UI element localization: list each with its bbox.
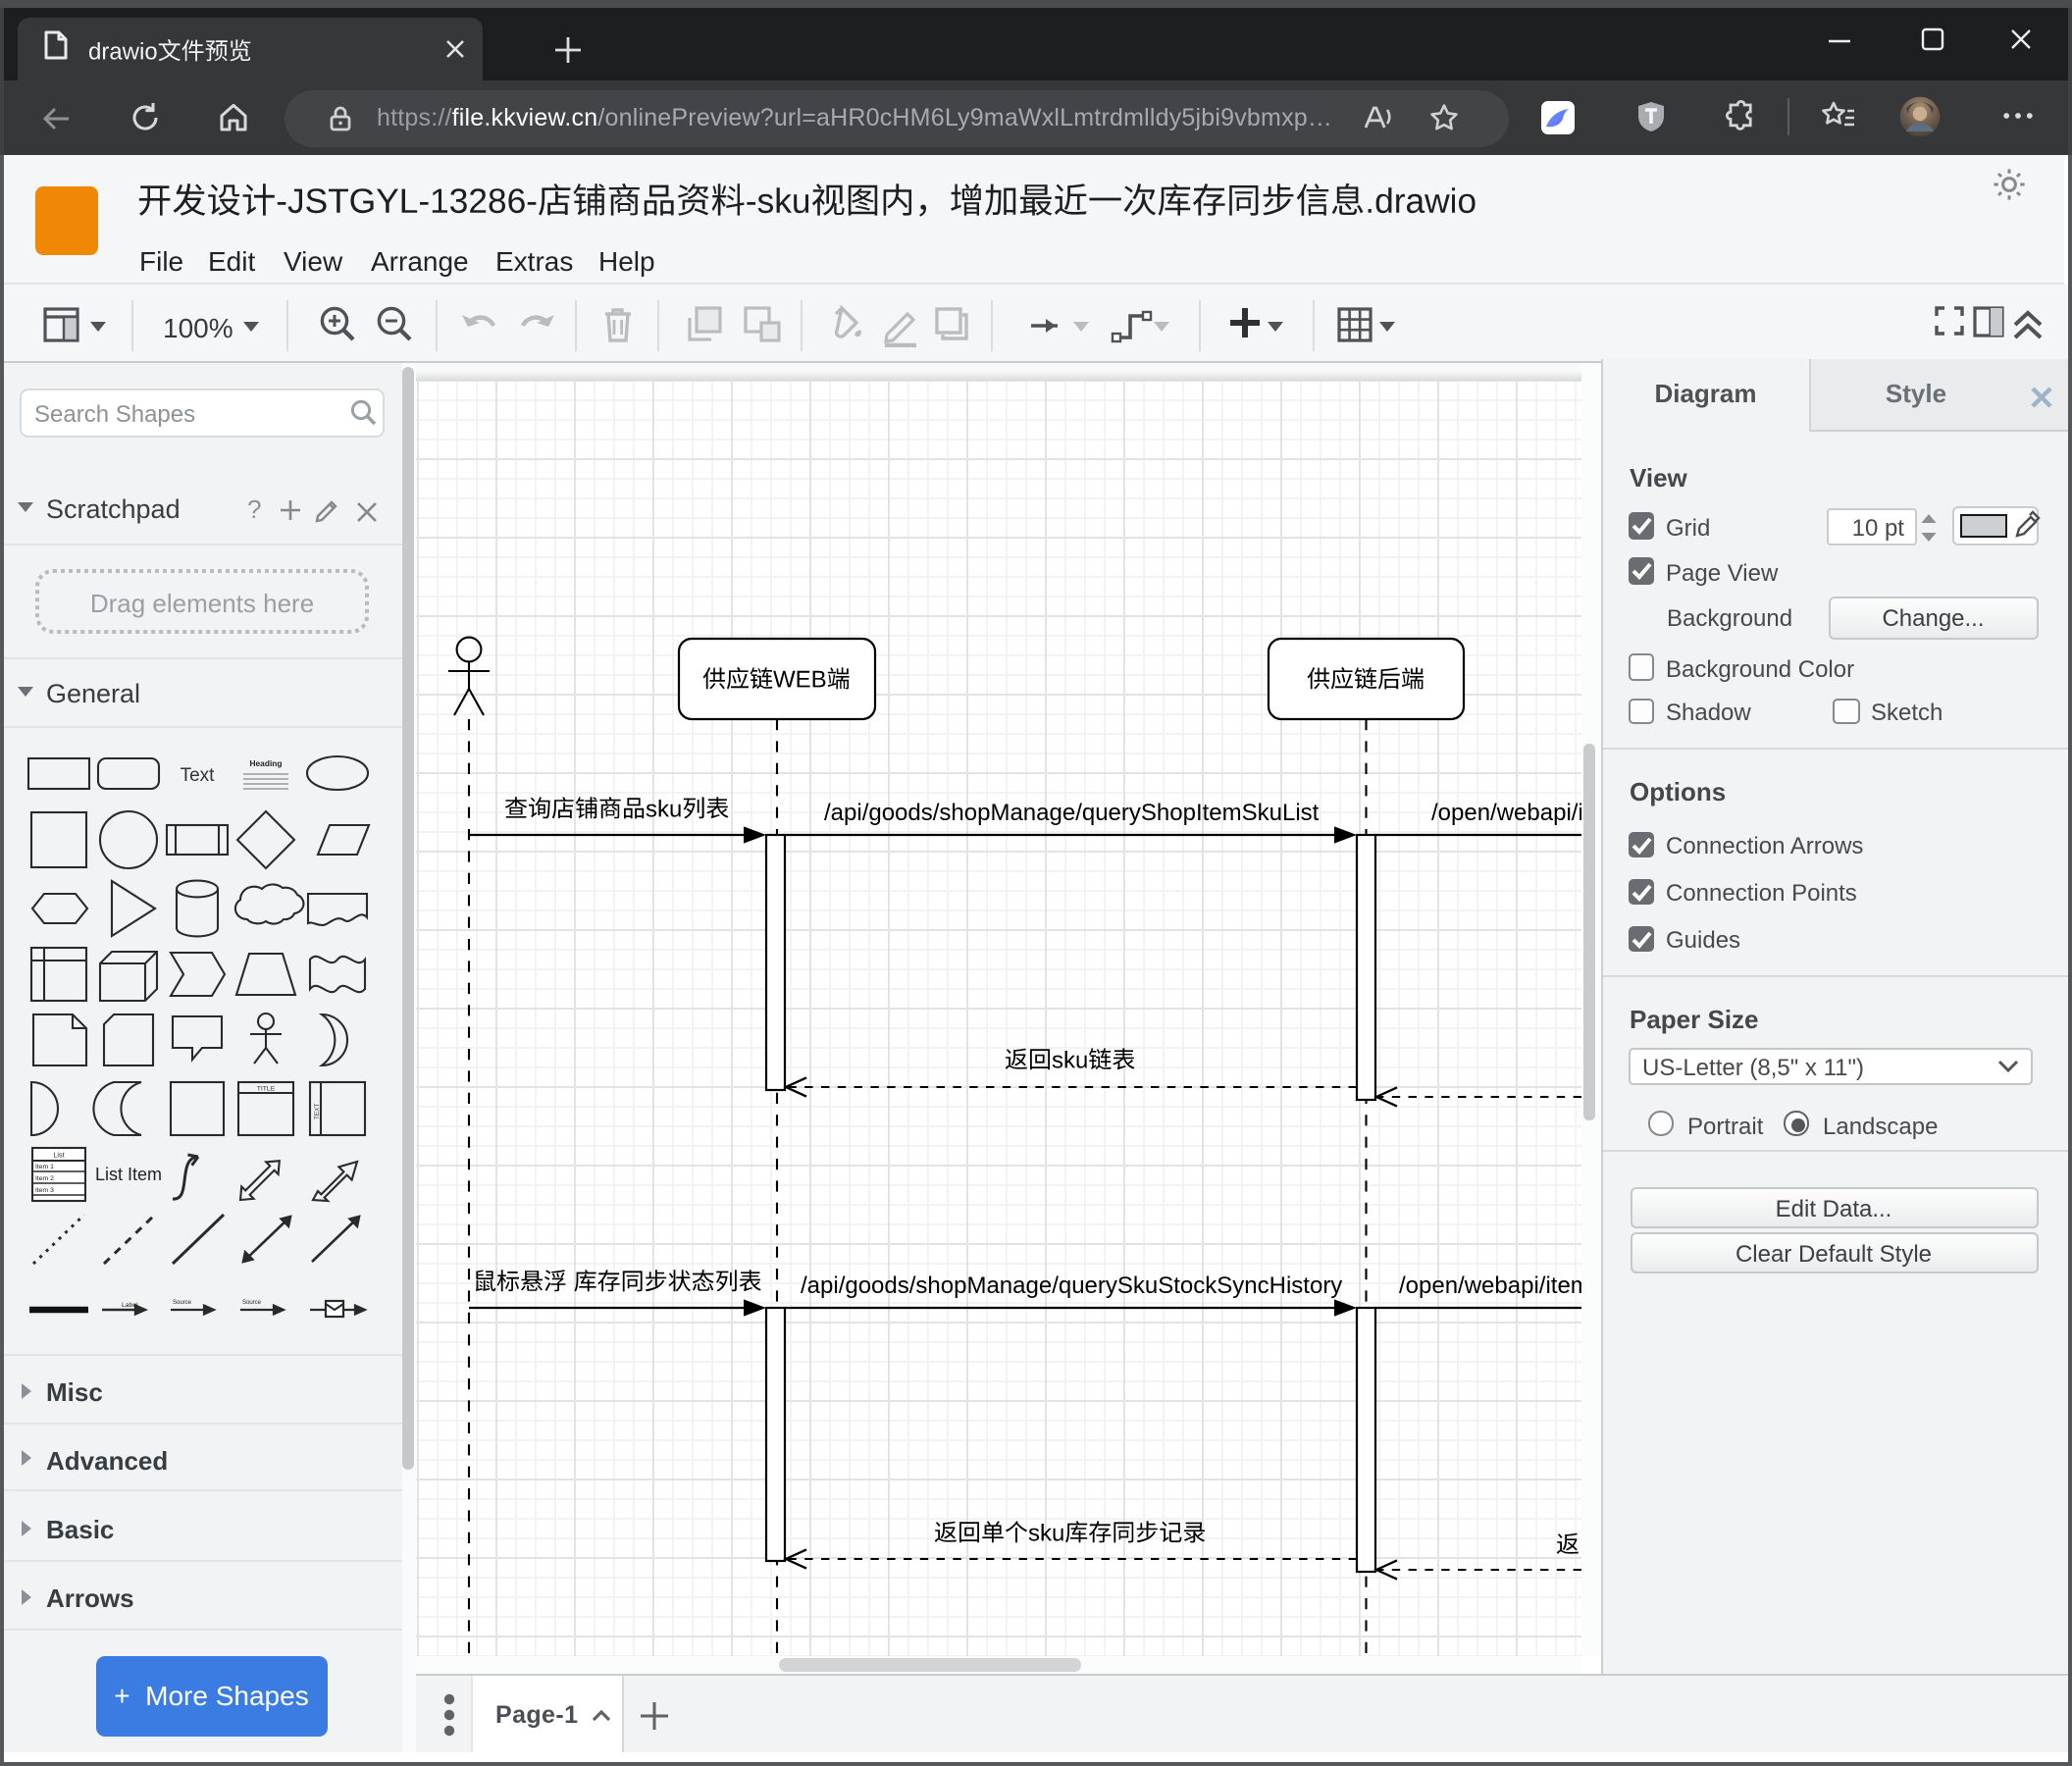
svg-text:Text: Text [181,765,216,786]
svg-text:Item 2: Item 2 [35,1175,54,1182]
svg-text:Source: Source [173,1300,192,1306]
svg-text:List Item: List Item [95,1165,162,1184]
svg-text:Label: Label [122,1302,138,1309]
svg-text:Source: Source [242,1300,262,1306]
svg-text:Item 1: Item 1 [35,1164,54,1170]
svg-text:Item 3: Item 3 [35,1187,54,1194]
svg-text:TEXT: TEXT [314,1104,321,1119]
svg-text:TITLE: TITLE [257,1086,276,1093]
svg-text:Heading: Heading [249,758,282,768]
svg-text:List: List [53,1151,64,1160]
